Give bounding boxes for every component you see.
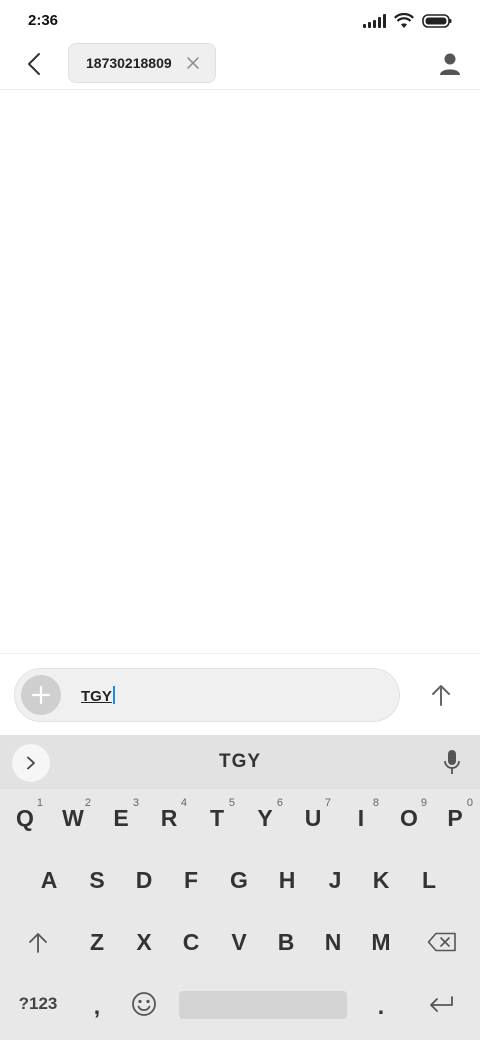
key-v[interactable]: V [216,915,262,969]
key-k[interactable]: K [358,853,404,907]
key-x[interactable]: X [121,915,167,969]
suggestion-bar: TGY [0,735,480,789]
person-icon [440,53,460,75]
key-d[interactable]: D [121,853,167,907]
text-cursor [112,686,115,704]
enter-icon [430,996,453,1012]
key-a[interactable]: A [26,853,72,907]
key-o[interactable]: O9 [386,791,432,845]
symbols-key[interactable]: ?123 [10,977,66,1031]
arrow-up-icon [432,685,450,706]
enter-key[interactable] [416,977,466,1031]
emoji-key[interactable] [121,977,167,1031]
status-bar: 2:36 [0,0,480,40]
key-i[interactable]: I8 [338,791,384,845]
key-p[interactable]: P0 [432,791,478,845]
key-f[interactable]: F [168,853,214,907]
key-z[interactable]: Z [74,915,120,969]
status-time: 2:36 [28,12,59,29]
key-c[interactable]: C [168,915,214,969]
chevron-left-icon [28,53,40,75]
key-q[interactable]: Q1 [2,791,48,845]
backspace-icon [427,932,456,952]
key-t[interactable]: T5 [194,791,240,845]
comma-key[interactable]: , [74,979,120,1033]
close-icon [187,57,199,69]
status-icons [363,12,452,30]
message-input-text: TGY [81,686,115,705]
suggestion-word[interactable]: TGY [0,751,480,773]
attach-button[interactable] [21,675,61,715]
key-m[interactable]: M [358,915,404,969]
compose-bar: TGY [0,653,480,735]
message-input[interactable]: TGY [14,668,400,722]
keyboard: TGY Q1 W2 E3 R4 T5 Y6 U7 I8 O9 P0 A S D … [0,735,480,1040]
period-key[interactable]: . [358,979,404,1033]
plus-icon [31,685,51,705]
backspace-key[interactable] [418,915,466,969]
space-key[interactable] [179,991,347,1019]
key-s[interactable]: S [74,853,120,907]
send-button[interactable] [424,678,458,712]
battery-icon [422,14,452,28]
recipient-chip[interactable]: 18730218809 [68,43,216,83]
conversation-header: 18730218809 [0,40,480,90]
key-e[interactable]: E3 [98,791,144,845]
key-r[interactable]: R4 [146,791,192,845]
emoji-icon [132,992,156,1016]
key-u[interactable]: U7 [290,791,336,845]
shift-arrow-icon [29,933,47,953]
key-j[interactable]: J [312,853,358,907]
key-n[interactable]: N [310,915,356,969]
key-g[interactable]: G [216,853,262,907]
signal-icon [363,14,386,28]
shift-key[interactable] [14,915,62,969]
key-b[interactable]: B [263,915,309,969]
wifi-icon [394,13,414,29]
recipient-number: 18730218809 [86,55,172,71]
key-h[interactable]: H [264,853,310,907]
back-button[interactable] [16,46,52,82]
messages-area [0,91,480,653]
remove-recipient-button[interactable] [185,55,201,71]
voice-input-button[interactable] [438,747,466,777]
key-y[interactable]: Y6 [242,791,288,845]
contact-button[interactable] [434,48,466,80]
microphone-icon [444,750,460,774]
key-w[interactable]: W2 [50,791,96,845]
key-l[interactable]: L [406,853,452,907]
